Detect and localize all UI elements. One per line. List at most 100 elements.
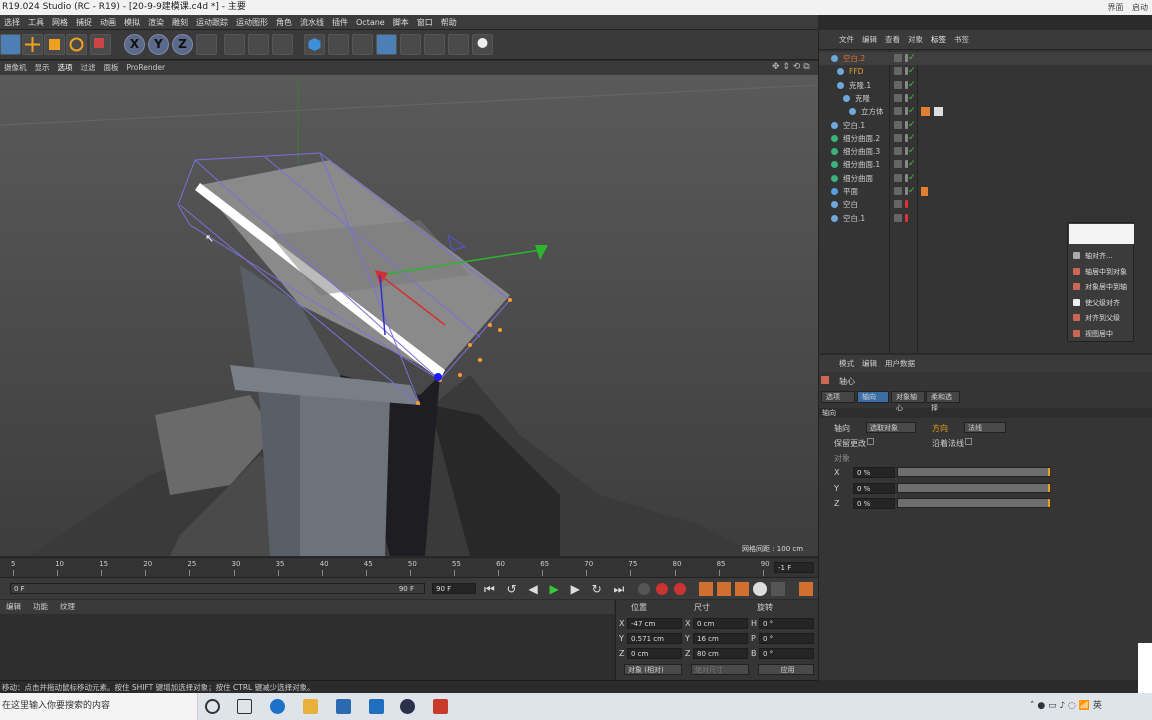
camera-icon[interactable] <box>448 34 469 55</box>
visibility-toggle[interactable] <box>894 187 902 195</box>
size-field[interactable]: 16 cm <box>693 633 748 644</box>
size-field[interactable]: 80 cm <box>693 648 748 659</box>
enabled-checkmark-icon[interactable]: ✓ <box>908 120 918 130</box>
recent-tool-icon[interactable] <box>90 34 111 55</box>
viewport-nav-icons[interactable]: ✥ ⇕ ⟲ ⧉ <box>772 62 818 74</box>
edge-icon[interactable] <box>270 699 285 714</box>
attribute-subtab[interactable]: 柔和选择 <box>926 391 960 412</box>
attribute-subtab[interactable]: 对象轴心 <box>891 391 925 412</box>
axis-align-menu-item[interactable]: 对象居中到轴 <box>1070 280 1133 294</box>
taskbar-search[interactable]: 在这里输入你要搜索的内容 <box>0 693 198 720</box>
size-mode-select[interactable]: 绝对尺寸 <box>691 664 749 675</box>
enabled-checkmark-icon[interactable]: ✓ <box>908 93 918 103</box>
menu-item[interactable]: 流水线 <box>296 15 328 29</box>
menu-item[interactable]: 插件 <box>328 15 352 29</box>
input-language[interactable]: 英 <box>1093 701 1102 711</box>
visibility-toggle[interactable] <box>894 133 902 142</box>
visibility-toggle[interactable] <box>894 173 902 182</box>
object-manager-tab[interactable]: 书签 <box>950 30 973 50</box>
slider-value-field[interactable]: 0 % <box>853 467 895 478</box>
visibility-toggle[interactable] <box>894 160 902 169</box>
move-tool-icon[interactable] <box>22 34 43 55</box>
axis-align-menu-item[interactable]: 使父级对齐 <box>1070 296 1133 310</box>
object-manager-tab[interactable]: 编辑 <box>858 30 881 50</box>
object-row[interactable]: 细分曲面 ✓ <box>819 172 1152 185</box>
enabled-checkmark-icon[interactable]: ✓ <box>908 173 918 183</box>
startup-button[interactable]: 启动 <box>1132 3 1148 12</box>
mail-icon[interactable] <box>369 699 384 714</box>
position-field[interactable]: 0 cm <box>627 648 682 659</box>
object-row[interactable]: 克隆.1 ✓ <box>819 79 1152 92</box>
along-normal-checkbox[interactable] <box>965 438 972 445</box>
visibility-toggle[interactable] <box>894 54 902 62</box>
scale-tool-icon[interactable] <box>44 34 65 55</box>
render-view-icon[interactable] <box>224 34 245 55</box>
visibility-toggle[interactable] <box>894 147 902 156</box>
frame-range-slider[interactable]: 0 F 90 F <box>10 583 425 594</box>
object-row[interactable]: FFD ✓ <box>819 65 1152 78</box>
light-icon[interactable] <box>472 34 493 55</box>
visibility-toggle[interactable] <box>894 67 902 76</box>
object-row[interactable]: 立方体 ✓ <box>819 105 1152 118</box>
rotation-field[interactable]: 0 ° <box>759 618 814 629</box>
floor-icon[interactable] <box>424 34 445 55</box>
attribute-subtab[interactable]: 选项 <box>821 391 855 403</box>
y-axis-lock-icon[interactable]: Y <box>148 34 169 55</box>
cortana-icon[interactable] <box>205 699 220 714</box>
attribute-manager-tab[interactable]: 用户数据 <box>881 355 919 372</box>
visibility-toggle[interactable] <box>894 213 902 222</box>
menu-item[interactable]: 捕捉 <box>72 15 96 29</box>
render-picture-viewer-icon[interactable] <box>248 34 269 55</box>
enabled-checkmark-icon[interactable]: ✓ <box>908 106 918 116</box>
object-manager-tab[interactable]: 标签 <box>927 30 950 50</box>
viewport-menu-item[interactable]: ProRender <box>123 61 170 75</box>
menu-item[interactable]: 网格 <box>48 15 72 29</box>
record-buttons[interactable] <box>636 581 690 597</box>
axis-align-menu-item[interactable]: 对齐到父级 <box>1070 311 1133 325</box>
render-settings-icon[interactable] <box>272 34 293 55</box>
keep-changes-checkbox[interactable] <box>867 438 874 445</box>
task-view-icon[interactable] <box>237 699 252 714</box>
rotation-field[interactable]: 0 ° <box>759 633 814 644</box>
menu-item[interactable]: 窗口 <box>413 15 437 29</box>
cloner-icon[interactable] <box>376 34 397 55</box>
enabled-checkmark-icon[interactable]: ✓ <box>908 80 918 90</box>
coordinate-mode-select[interactable]: 对象 (相对) <box>624 664 682 675</box>
viewport-menu-item[interactable]: 摄像机 <box>0 61 31 75</box>
enabled-checkmark-icon[interactable]: ✓ <box>908 66 918 76</box>
render-toggle[interactable] <box>905 213 908 222</box>
visibility-toggle[interactable] <box>894 80 902 89</box>
rotation-field[interactable]: 0 ° <box>759 648 814 659</box>
subdivision-icon[interactable] <box>352 34 373 55</box>
viewport-menu-item[interactable]: 选项 <box>54 61 77 75</box>
enabled-checkmark-icon[interactable]: ✓ <box>908 159 918 169</box>
object-manager-tab[interactable]: 文件 <box>835 30 858 50</box>
visibility-toggle[interactable] <box>894 120 902 129</box>
app-taskbar-icon[interactable] <box>433 699 448 714</box>
menu-item[interactable]: 脚本 <box>389 15 413 29</box>
slider-track[interactable] <box>897 482 1050 493</box>
menu-item[interactable]: 帮助 <box>437 15 461 29</box>
object-row[interactable]: 空白.1 ✓ <box>819 119 1152 132</box>
object-row[interactable]: 空白 <box>819 198 1152 211</box>
material-tab[interactable]: 纹理 <box>54 600 81 614</box>
object-row[interactable]: 平面 ✓ <box>819 185 1152 198</box>
viewport-menu-item[interactable]: 显示 <box>31 61 54 75</box>
object-row[interactable]: 细分曲面.1 ✓ <box>819 158 1152 171</box>
enabled-checkmark-icon[interactable]: ✓ <box>908 146 918 156</box>
store-icon[interactable] <box>336 699 351 714</box>
cube-icon[interactable] <box>304 34 325 55</box>
attribute-subtab[interactable]: 轴向 <box>857 391 889 403</box>
end-frame-field[interactable]: -1 F <box>774 562 814 573</box>
playback-controls[interactable]: ⏮ ↺ ◀ ▶ ▶ ↻ ⏭ <box>484 581 634 597</box>
file-explorer-icon[interactable] <box>303 699 318 714</box>
menu-item[interactable]: Octane <box>352 15 389 29</box>
slider-value-field[interactable]: 0 % <box>853 482 895 494</box>
material-tab[interactable]: 功能 <box>27 600 54 614</box>
attribute-manager-tab[interactable]: 编辑 <box>858 355 881 372</box>
pen-icon[interactable] <box>328 34 349 55</box>
deformer-icon[interactable] <box>400 34 421 55</box>
end-field[interactable]: 90 F <box>432 583 476 594</box>
rotate-tool-icon[interactable] <box>66 34 87 55</box>
3d-viewport[interactable]: ✥ ⇕ ⟲ ⧉ ↖ 网格间距 : 100 cm <box>0 62 819 556</box>
